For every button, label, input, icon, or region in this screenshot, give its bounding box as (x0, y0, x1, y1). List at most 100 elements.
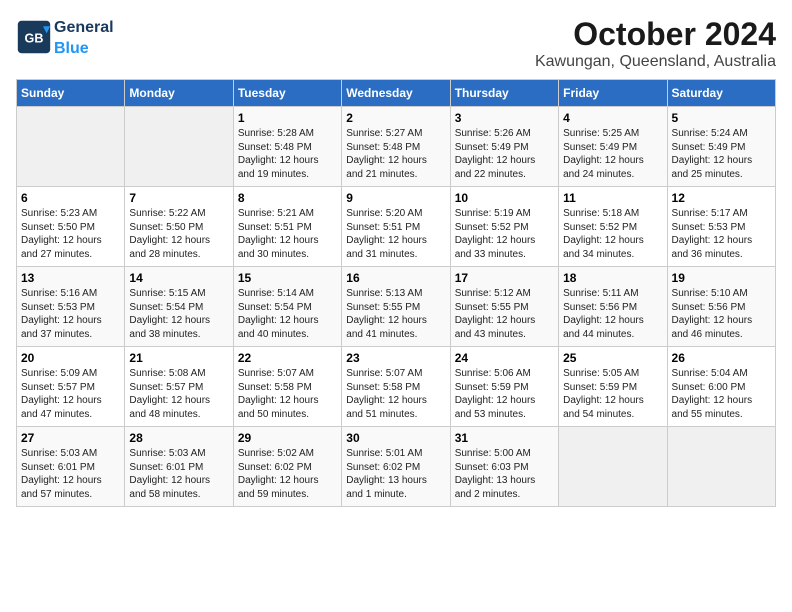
calendar-cell: 8Sunrise: 5:21 AMSunset: 5:51 PMDaylight… (233, 187, 341, 267)
calendar-week-row: 27 Sunrise: 5:03 AMSunset: 6:01 PMDayligh… (17, 427, 776, 507)
day-content: Sunrise: 5:28 AMSunset: 5:48 PMDaylight:… (238, 127, 337, 181)
daylight-minutes-text: and 21 minutes. (346, 169, 417, 180)
daylight-hours-text: Daylight: 12 hours (672, 315, 753, 326)
sunset-text: Sunset: 5:56 PM (672, 302, 746, 313)
calendar-cell (17, 107, 125, 187)
sunset-text: Sunset: 5:50 PM (21, 222, 95, 233)
daylight-minutes-text: and 50 minutes. (238, 409, 309, 420)
day-number: 12 (672, 191, 771, 205)
day-content: Sunrise: 5:24 AMSunset: 5:49 PMDaylight:… (672, 127, 771, 181)
daylight-hours-text: Daylight: 12 hours (563, 315, 644, 326)
day-of-week-header: Tuesday (233, 80, 341, 107)
calendar-cell: 9Sunrise: 5:20 AMSunset: 5:51 PMDaylight… (342, 187, 450, 267)
daylight-hours-text: Daylight: 12 hours (238, 155, 319, 166)
day-content: Sunrise: 5:05 AMSunset: 5:59 PMDaylight:… (563, 367, 662, 421)
day-number: 13 (21, 271, 120, 285)
calendar-cell: 24Sunrise: 5:06 AMSunset: 5:59 PMDayligh… (450, 347, 558, 427)
sunset-text: Sunset: 5:55 PM (346, 302, 420, 313)
sunset-text: Sunset: 5:48 PM (346, 142, 420, 153)
daylight-minutes-text: and 55 minutes. (672, 409, 743, 420)
sunrise-text: Sunrise: 5:22 AM (129, 208, 205, 219)
daylight-minutes-text: and 25 minutes. (672, 169, 743, 180)
daylight-minutes-text: and 48 minutes. (129, 409, 200, 420)
daylight-hours-text: Daylight: 12 hours (563, 155, 644, 166)
day-number: 7 (129, 191, 228, 205)
sunset-text: Sunset: 5:51 PM (346, 222, 420, 233)
daylight-minutes-text: and 59 minutes. (238, 489, 309, 500)
calendar-cell: 16Sunrise: 5:13 AMSunset: 5:55 PMDayligh… (342, 267, 450, 347)
daylight-minutes-text: and 46 minutes. (672, 329, 743, 340)
calendar-cell (559, 427, 667, 507)
day-content: Sunrise: 5:03 AMSunset: 6:01 PMDaylight:… (21, 447, 120, 501)
day-number: 22 (238, 351, 337, 365)
daylight-minutes-text: and 41 minutes. (346, 329, 417, 340)
calendar-cell (125, 107, 233, 187)
logo-general: General (54, 19, 114, 36)
sunset-text: Sunset: 5:51 PM (238, 222, 312, 233)
sunrise-text: Sunrise: 5:01 AM (346, 448, 422, 459)
sunset-text: Sunset: 6:01 PM (21, 462, 95, 473)
day-number: 20 (21, 351, 120, 365)
daylight-minutes-text: and 47 minutes. (21, 409, 92, 420)
sunset-text: Sunset: 5:49 PM (672, 142, 746, 153)
daylight-hours-text: Daylight: 12 hours (672, 155, 753, 166)
page-title: October 2024 (535, 16, 776, 53)
daylight-hours-text: Daylight: 12 hours (129, 315, 210, 326)
logo-icon: GB (16, 19, 52, 55)
sunrise-text: Sunrise: 5:00 AM (455, 448, 531, 459)
daylight-hours-text: Daylight: 12 hours (672, 395, 753, 406)
day-content: Sunrise: 5:10 AMSunset: 5:56 PMDaylight:… (672, 287, 771, 341)
day-content: Sunrise: 5:13 AMSunset: 5:55 PMDaylight:… (346, 287, 445, 341)
calendar-week-row: 20 Sunrise: 5:09 AM Sunset: 5:57 PM Dayligh… (17, 347, 776, 427)
sunset-text: Sunset: 6:01 PM (129, 462, 203, 473)
calendar-cell: 20 Sunrise: 5:09 AM Sunset: 5:57 PM Dayligh… (17, 347, 125, 427)
calendar-cell: 5Sunrise: 5:24 AMSunset: 5:49 PMDaylight… (667, 107, 775, 187)
daylight-minutes-text: and 43 minutes. (455, 329, 526, 340)
day-number: 3 (455, 111, 554, 125)
daylight-hours-text: Daylight: 12 hours (455, 395, 536, 406)
sunset-text: Sunset: 6:00 PM (672, 382, 746, 393)
day-content: Sunrise: 5:23 AMSunset: 5:50 PMDaylight:… (21, 207, 120, 261)
sunrise-text: Sunrise: 5:13 AM (346, 288, 422, 299)
calendar-cell: 22Sunrise: 5:07 AMSunset: 5:58 PMDayligh… (233, 347, 341, 427)
calendar-cell (667, 427, 775, 507)
sunrise-text: Sunrise: 5:09 AM (21, 368, 97, 379)
sunset-text: Sunset: 5:52 PM (563, 222, 637, 233)
daylight-hours-text: Daylight: 12 hours (563, 395, 644, 406)
sunrise-text: Sunrise: 5:15 AM (129, 288, 205, 299)
day-content: Sunrise: 5:02 AMSunset: 6:02 PMDaylight:… (238, 447, 337, 501)
daylight-hours-text: Daylight: 12 hours (563, 235, 644, 246)
day-number: 27 (21, 431, 120, 445)
sunrise-text: Sunrise: 5:20 AM (346, 208, 422, 219)
svg-text:GB: GB (25, 31, 44, 45)
day-of-week-header: Saturday (667, 80, 775, 107)
day-content: Sunrise: 5:00 AMSunset: 6:03 PMDaylight:… (455, 447, 554, 501)
daylight-hours-text: Daylight: 12 hours (346, 395, 427, 406)
daylight-minutes-text: and 22 minutes. (455, 169, 526, 180)
daylight-minutes-text: and 19 minutes. (238, 169, 309, 180)
sunset-text: Sunset: 5:58 PM (346, 382, 420, 393)
sunrise-text: Sunrise: 5:04 AM (672, 368, 748, 379)
daylight-minutes-text: and 31 minutes. (346, 249, 417, 260)
sunrise-text: Sunrise: 5:26 AM (455, 128, 531, 139)
sunrise-text: Sunrise: 5:23 AM (21, 208, 97, 219)
sunrise-text: Sunrise: 5:07 AM (346, 368, 422, 379)
day-content: Sunrise: 5:25 AMSunset: 5:49 PMDaylight:… (563, 127, 662, 181)
sunrise-text: Sunrise: 5:21 AM (238, 208, 314, 219)
daylight-hours-text: Daylight: 12 hours (21, 475, 102, 486)
sunrise-text: Sunrise: 5:19 AM (455, 208, 531, 219)
day-content: Sunrise: 5:01 AMSunset: 6:02 PMDaylight:… (346, 447, 445, 501)
calendar-table: SundayMondayTuesdayWednesdayThursdayFrid… (16, 79, 776, 507)
calendar-week-row: 1Sunrise: 5:28 AMSunset: 5:48 PMDaylight… (17, 107, 776, 187)
sunset-text: Sunset: 5:57 PM (21, 382, 95, 393)
sunset-text: Sunset: 5:57 PM (129, 382, 203, 393)
calendar-cell: 1Sunrise: 5:28 AMSunset: 5:48 PMDaylight… (233, 107, 341, 187)
calendar-cell: 27 Sunrise: 5:03 AMSunset: 6:01 PMDayligh… (17, 427, 125, 507)
calendar-cell: 30Sunrise: 5:01 AMSunset: 6:02 PMDayligh… (342, 427, 450, 507)
daylight-hours-text: Daylight: 12 hours (238, 475, 319, 486)
day-number: 10 (455, 191, 554, 205)
daylight-hours-text: Daylight: 12 hours (455, 235, 536, 246)
day-content: Sunrise: 5:19 AMSunset: 5:52 PMDaylight:… (455, 207, 554, 261)
daylight-hours-text: Daylight: 12 hours (21, 395, 102, 406)
calendar-cell: 23Sunrise: 5:07 AMSunset: 5:58 PMDayligh… (342, 347, 450, 427)
